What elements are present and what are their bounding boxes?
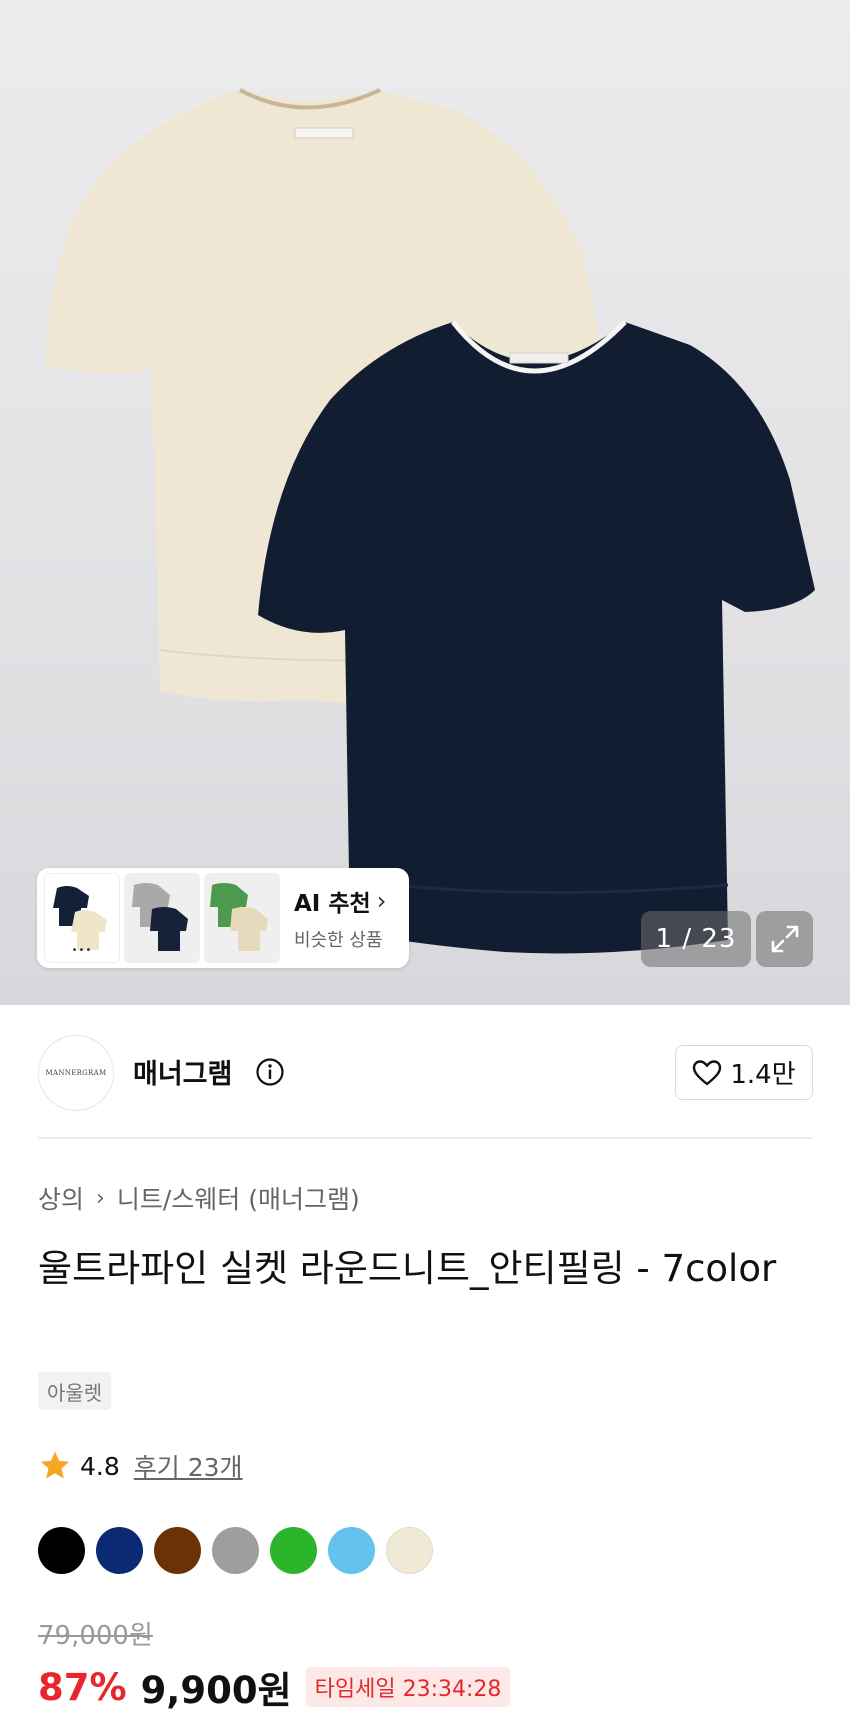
ai-thumb-3-image [210, 883, 268, 951]
color-swatch-brown[interactable] [154, 1527, 201, 1574]
color-swatch-black[interactable] [38, 1527, 85, 1574]
ai-thumb-dots: ••• [71, 945, 93, 956]
breadcrumb-item-category[interactable]: 상의 [38, 1180, 84, 1216]
expand-icon [771, 925, 798, 953]
brand-logo-text: MANNERGRAM [45, 1069, 107, 1077]
reviews-link[interactable]: 후기 23개 [134, 1448, 243, 1484]
like-button[interactable]: 1.4만 [675, 1045, 813, 1100]
ai-recommend-title: AI 추천 [294, 891, 371, 917]
color-swatch-gray[interactable] [212, 1527, 259, 1574]
divider [38, 1137, 813, 1139]
color-swatches [38, 1527, 433, 1574]
brand-logo[interactable]: MANNERGRAM [38, 1035, 114, 1111]
chevron-right-icon: › [96, 1185, 105, 1211]
image-counter: 1 / 23 [641, 911, 751, 967]
like-count: 1.4만 [730, 1060, 796, 1090]
color-swatch-navy[interactable] [96, 1527, 143, 1574]
brand-name[interactable]: 매너그램 [133, 1052, 232, 1091]
ai-thumb-1: ••• [44, 873, 120, 963]
product-image-gallery[interactable]: ••• AI 추천 › 비슷한 상품 1 / 23 [0, 0, 850, 1005]
chevron-right-icon: › [376, 887, 387, 915]
ai-recommend-subtitle: 비슷한 상품 [294, 930, 383, 951]
info-icon[interactable] [255, 1057, 285, 1087]
color-swatch-sky-blue[interactable] [328, 1527, 375, 1574]
ai-thumb-2-image [132, 883, 188, 951]
color-swatch-beige[interactable] [386, 1527, 433, 1574]
rating-score: 4.8 [80, 1451, 120, 1481]
product-title: 울트라파인 실켓 라운드니트_안티필링 - 7color [38, 1247, 777, 1290]
breadcrumb: 상의 › 니트/스웨터 (매너그램) [38, 1180, 360, 1216]
ai-thumb-2 [124, 873, 200, 963]
ai-thumb-3 [204, 873, 280, 963]
discount-rate: 87% [38, 1665, 127, 1709]
color-swatch-green[interactable] [270, 1527, 317, 1574]
heart-icon [693, 1059, 722, 1085]
timesale-badge: 타임세일 23:34:28 [305, 1667, 511, 1707]
rating-row: 4.8 후기 23개 [38, 1448, 243, 1484]
breadcrumb-item-subcategory[interactable]: 니트/스웨터 (매너그램) [117, 1180, 360, 1216]
original-price: 79,000원 [38, 1621, 153, 1651]
ai-recommend-card[interactable]: ••• AI 추천 › 비슷한 상품 [37, 868, 409, 968]
product-photo [45, 88, 815, 954]
sale-price: 9,900원 [140, 1669, 292, 1712]
star-icon [40, 1451, 70, 1479]
expand-button[interactable] [756, 911, 813, 967]
outlet-tag: 아울렛 [38, 1372, 112, 1410]
sale-price-row: 87% 9,900원 타임세일 23:34:28 [38, 1660, 511, 1714]
